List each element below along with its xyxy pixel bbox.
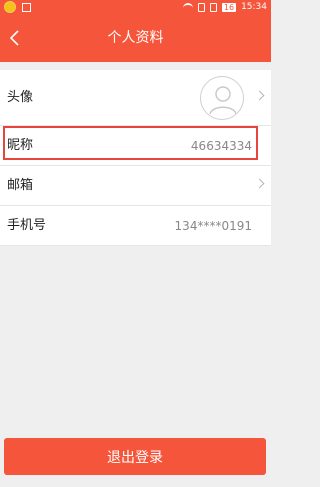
sim-icon (197, 2, 205, 12)
app-notification-icon (4, 1, 16, 13)
status-bar: 16 15:34 (0, 0, 271, 14)
phone-row: 手机号 134****0191 (0, 206, 271, 246)
logout-button[interactable]: 退出登录 (4, 438, 266, 475)
app-header: 个人资料 (0, 14, 271, 62)
email-row[interactable]: 邮箱 (0, 166, 271, 206)
battery-icon: 16 (221, 2, 237, 12)
default-avatar-icon (209, 86, 237, 115)
chevron-right-icon (254, 90, 265, 101)
avatar-row[interactable]: 头像 (0, 70, 271, 126)
page-title: 个人资料 (107, 30, 164, 46)
chevron-right-icon (254, 178, 265, 189)
scan-icon (22, 2, 31, 12)
signal-icon (209, 2, 217, 12)
nickname-highlight-box (3, 126, 258, 160)
avatar-label: 头像 (7, 90, 34, 105)
email-label: 邮箱 (7, 178, 34, 193)
phone-label: 手机号 (7, 218, 47, 233)
avatar[interactable] (200, 76, 244, 120)
wifi-icon (182, 3, 193, 11)
phone-value: 134****0191 (174, 219, 252, 233)
status-time: 15:34 (241, 2, 267, 12)
